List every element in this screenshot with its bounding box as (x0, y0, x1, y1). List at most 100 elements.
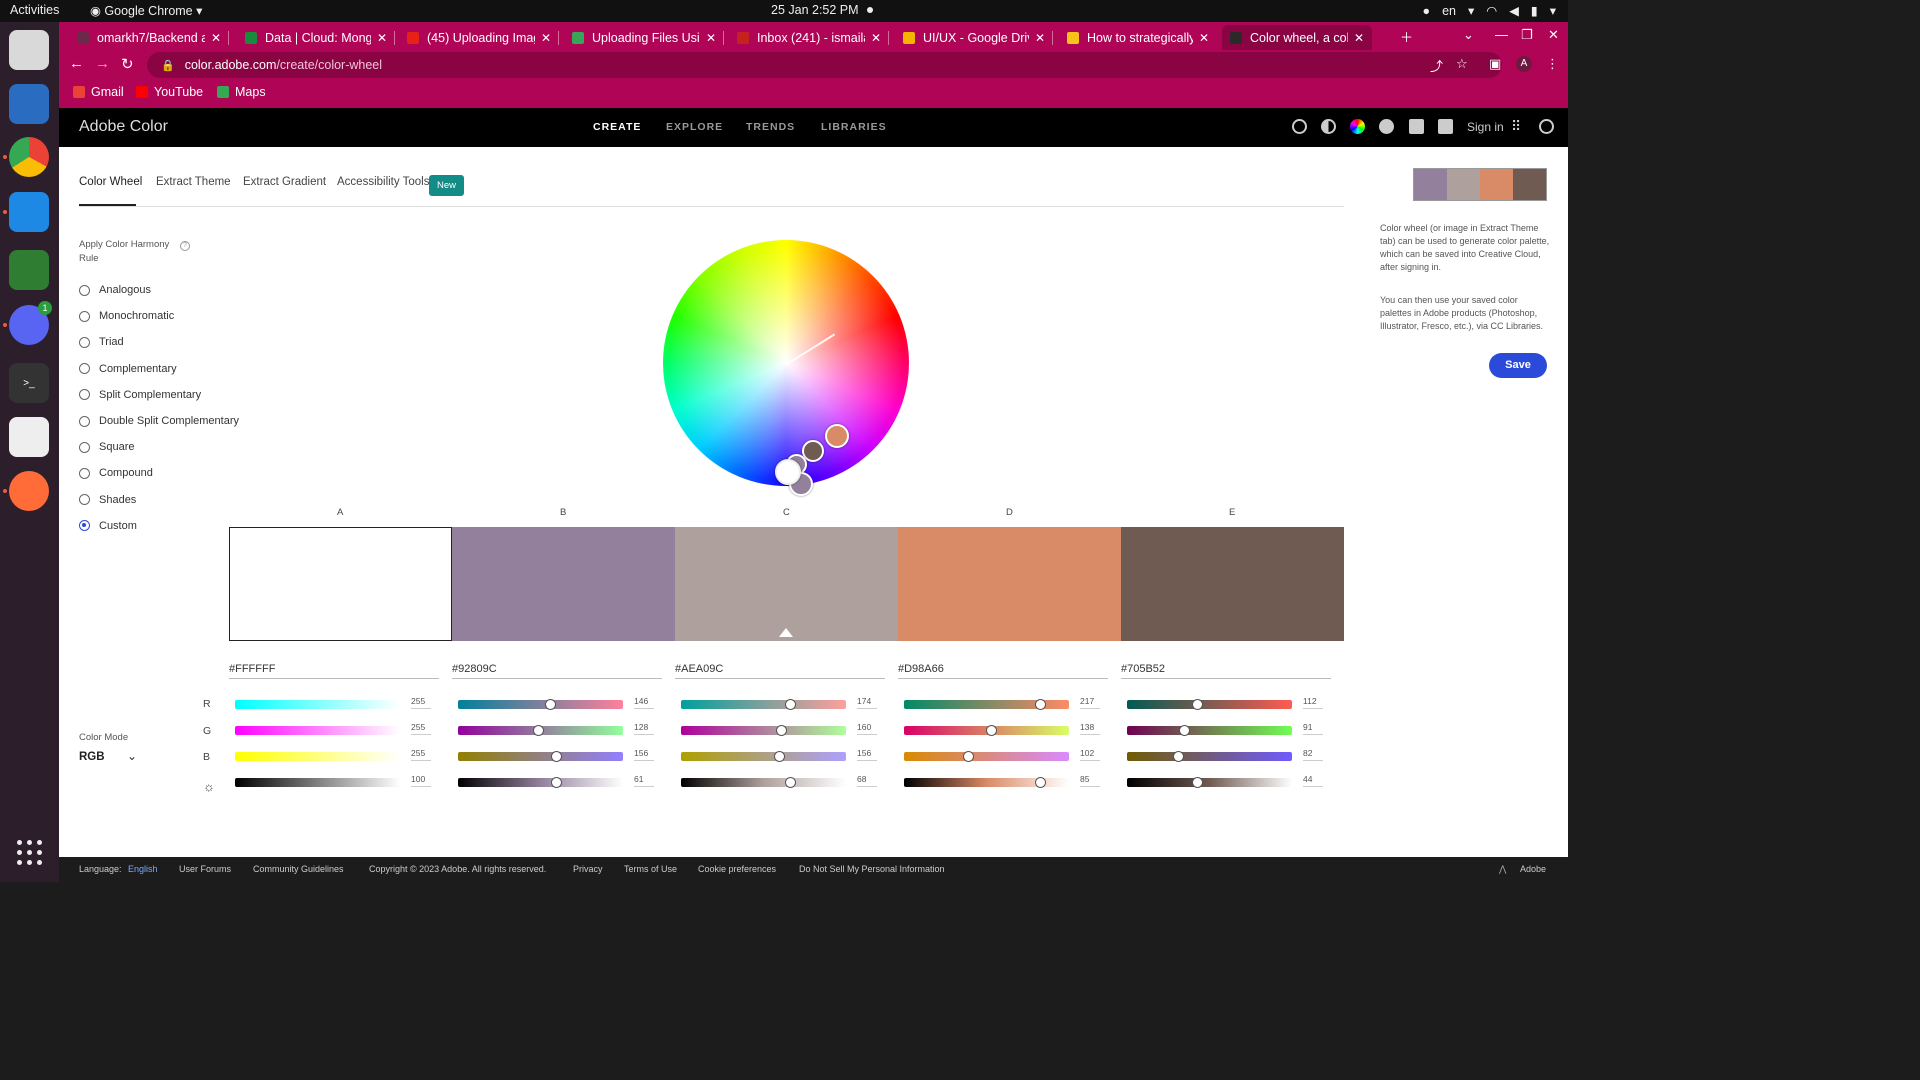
share-icon[interactable]: ⤴ (1430, 56, 1443, 75)
hex-input[interactable]: #D98A66 (898, 663, 1108, 679)
star-icon[interactable] (1292, 119, 1307, 134)
nav-explore[interactable]: EXPLORE (666, 121, 723, 133)
slider-b[interactable] (235, 752, 400, 761)
browser-tab[interactable]: Color wheel, a color ✕ (1222, 25, 1372, 50)
slider-b[interactable] (1127, 751, 1292, 762)
show-apps-icon[interactable] (17, 840, 43, 866)
volume-icon[interactable]: ◀ (1509, 3, 1519, 18)
slider-knob[interactable] (776, 725, 787, 736)
browser-tab[interactable]: Data | Cloud: Mongo ✕ (237, 25, 395, 50)
help-circle-icon[interactable]: ? (180, 241, 190, 251)
hex-input[interactable]: #92809C (452, 663, 662, 679)
terminal-icon[interactable]: >_ (9, 363, 49, 403)
slider-br[interactable] (458, 777, 623, 788)
tab-close-icon[interactable]: ✕ (1035, 31, 1045, 45)
harmony-rule-triad[interactable]: Triad (79, 334, 124, 350)
slider-r[interactable] (681, 699, 846, 710)
app-menu[interactable]: ◉ Google Chrome ▾ (90, 3, 202, 18)
slider-knob[interactable] (545, 699, 556, 710)
browser-tab[interactable]: How to strategically ✕ (1059, 25, 1217, 50)
tab-accessibility-tools[interactable]: Accessibility Tools (337, 176, 429, 188)
adobe-logo-icon[interactable]: ⋀ (1499, 864, 1506, 875)
channel-value-r[interactable]: 217 (1080, 696, 1100, 709)
slider-g[interactable] (904, 725, 1069, 736)
browser-tab[interactable]: Inbox (241) - ismaila ✕ (729, 25, 889, 50)
color-swatch-d[interactable] (898, 527, 1121, 641)
radio-button[interactable] (79, 467, 90, 479)
browser-tab[interactable]: UI/UX - Google Drive ✕ (895, 25, 1053, 50)
close-window-button[interactable]: ✕ (1548, 27, 1559, 43)
tab-close-icon[interactable]: ✕ (706, 31, 716, 45)
color-swatch-a[interactable] (229, 527, 452, 641)
system-tray[interactable]: ● en ▾ ◠ ◀ ▮ ▾ (1423, 3, 1556, 19)
tab-close-icon[interactable]: ✕ (1199, 31, 1209, 45)
postman-icon[interactable] (9, 471, 49, 511)
browser-tab[interactable]: (45) Uploading Imag ✕ (399, 25, 559, 50)
footer-link[interactable]: Community Guidelines (253, 864, 344, 874)
harmony-rule-monochromatic[interactable]: Monochromatic (79, 308, 174, 324)
channel-value-g[interactable]: 160 (857, 722, 877, 735)
adobe-color-logo[interactable]: Adobe Color (79, 118, 168, 136)
vscode-icon[interactable] (9, 192, 49, 232)
channel-value-b[interactable]: 156 (634, 748, 654, 761)
nav-create[interactable]: CREATE (593, 121, 641, 133)
slider-b[interactable] (904, 751, 1069, 762)
tab-close-icon[interactable]: ✕ (211, 31, 221, 45)
browser-tab[interactable]: Uploading Files Usin ✕ (564, 25, 724, 50)
system-menu-icon[interactable]: ▾ (1550, 3, 1556, 18)
radio-button[interactable] (79, 363, 90, 375)
slider-g[interactable] (1127, 725, 1292, 736)
handle-a[interactable] (775, 459, 801, 485)
chat-icon[interactable] (1438, 119, 1453, 134)
back-icon[interactable]: ← (69, 55, 84, 72)
footer-link[interactable]: Cookie preferences (698, 864, 776, 874)
save-button[interactable]: Save (1489, 353, 1547, 378)
new-tab-button[interactable]: ＋ (1400, 27, 1413, 46)
color-mode-select[interactable]: RGB (79, 751, 105, 763)
radio-button[interactable] (79, 441, 90, 453)
channel-value-b[interactable]: 82 (1303, 748, 1323, 761)
color-swatch-c[interactable] (675, 527, 898, 641)
slider-b[interactable] (681, 751, 846, 762)
channel-value-br[interactable]: 44 (1303, 774, 1323, 787)
slider-g[interactable] (458, 725, 623, 736)
slider-knob[interactable] (774, 751, 785, 762)
tab-close-icon[interactable]: ✕ (871, 31, 881, 45)
slider-b[interactable] (458, 751, 623, 762)
tab-color-wheel[interactable]: Color Wheel (79, 176, 142, 188)
bookmark-gmail[interactable]: Gmail (73, 85, 124, 99)
tab-extract-theme[interactable]: Extract Theme (156, 176, 231, 188)
harmony-rule-double-split-complementary[interactable]: Double Split Complementary (79, 413, 239, 429)
slider-r[interactable] (235, 700, 400, 709)
forward-icon[interactable]: → (95, 55, 110, 72)
slider-knob[interactable] (1179, 725, 1190, 736)
slider-knob[interactable] (963, 751, 974, 762)
footer-brand[interactable]: Adobe (1520, 864, 1546, 874)
radio-button[interactable] (79, 336, 90, 348)
radio-button[interactable] (79, 520, 90, 532)
slider-knob[interactable] (785, 699, 796, 710)
sign-in-link[interactable]: Sign in (1467, 120, 1504, 134)
slider-br[interactable] (904, 777, 1069, 788)
hex-input[interactable]: #705B52 (1121, 663, 1331, 679)
color-wheel[interactable] (663, 240, 909, 496)
browser-tab[interactable]: omarkh7/Backend at ✕ (69, 25, 229, 50)
radio-button[interactable] (79, 494, 90, 506)
feedback-icon[interactable] (1409, 119, 1424, 134)
channel-value-g[interactable]: 91 (1303, 722, 1323, 735)
tab-close-icon[interactable]: ✕ (1354, 31, 1364, 45)
channel-value-br[interactable]: 85 (1080, 774, 1100, 787)
hex-input[interactable]: #AEA09C (675, 663, 885, 679)
slider-knob[interactable] (1173, 751, 1184, 762)
tab-close-icon[interactable]: ✕ (541, 31, 551, 45)
contrast-icon[interactable] (1321, 119, 1336, 134)
slider-knob[interactable] (533, 725, 544, 736)
bookmark-maps[interactable]: Maps (217, 85, 266, 99)
address-bar[interactable]: 🔒 color.adobe.com/create/color-wheel ⤴ ☆ (147, 52, 1502, 78)
nav-trends[interactable]: TRENDS (746, 121, 795, 133)
channel-value-br[interactable]: 61 (634, 774, 654, 787)
harmony-rule-compound[interactable]: Compound (79, 465, 153, 481)
color-swatch-e[interactable] (1121, 527, 1344, 641)
creative-cloud-icon[interactable] (1539, 119, 1554, 134)
lock-icon[interactable]: 🔒 (161, 59, 175, 72)
